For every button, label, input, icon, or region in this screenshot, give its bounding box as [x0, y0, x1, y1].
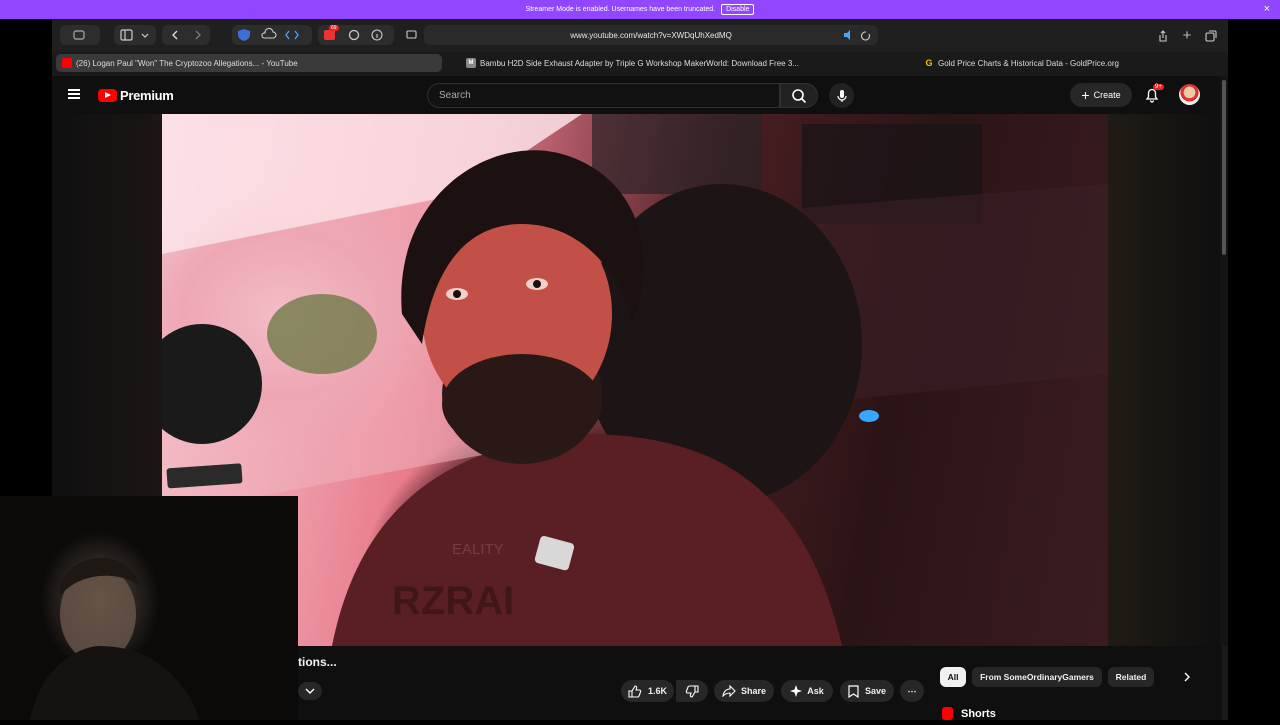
create-label: Create — [1093, 90, 1121, 100]
goldprice-favicon-icon: G — [925, 58, 933, 68]
tab-label: Bambu H2D Side Exhaust Adapter by Triple… — [480, 58, 799, 68]
svg-text:EALITY: EALITY — [452, 541, 504, 558]
thumbs-down-icon — [685, 684, 699, 698]
address-bar[interactable]: www.youtube.com/watch?v=XWDqUhXedMQ — [424, 25, 878, 45]
avatar[interactable] — [1179, 84, 1200, 105]
back-icon — [172, 30, 178, 40]
tab-group-icon — [73, 30, 85, 40]
share-arrow-icon — [722, 685, 736, 697]
youtube-logo[interactable]: Premium — [98, 88, 174, 103]
tab-bar: (26) Logan Paul "Won" The Cryptozoo Alle… — [52, 52, 1228, 74]
sidebar-icon — [120, 29, 149, 41]
reader-icon[interactable] — [402, 25, 422, 45]
chips-next-button[interactable] — [1176, 667, 1198, 687]
shorts-label: Shorts — [961, 707, 996, 720]
tab-label: (26) Logan Paul "Won" The Cryptozoo Alle… — [76, 58, 298, 68]
tab-group-button[interactable] — [60, 25, 100, 45]
sparkle-icon — [790, 685, 803, 697]
share-label: Share — [740, 686, 766, 696]
ublock-icon — [324, 30, 335, 40]
disable-streamer-mode-button[interactable]: Disable — [721, 4, 755, 15]
webcam-overlay — [0, 496, 298, 720]
shorts-section-header: Shorts — [942, 707, 996, 720]
save-label: Save — [864, 686, 887, 696]
streamer-mode-banner: Streamer Mode is enabled. Usernames have… — [0, 0, 1280, 19]
create-button[interactable]: + Create — [1070, 83, 1132, 107]
browser-toolbar: 69 www.youtube.com/watch?v=XWDqUhXedMQ + — [52, 19, 1228, 52]
search-button[interactable] — [780, 83, 818, 108]
dislike-button[interactable] — [676, 680, 708, 702]
youtube-favicon-icon — [62, 58, 72, 68]
shield-icon — [238, 29, 250, 41]
gear-icon — [348, 29, 360, 41]
notification-count-badge: 9+ — [1153, 84, 1164, 90]
tab-makerworld[interactable]: M Bambu H2D Side Exhaust Adapter by Trip… — [460, 54, 840, 72]
forward-icon — [195, 30, 201, 40]
extensions-group — [232, 25, 312, 45]
shorts-icon — [942, 707, 953, 720]
more-icon: ⋯ — [907, 685, 917, 696]
voice-search-button[interactable] — [829, 83, 854, 108]
like-count: 1.6K — [647, 686, 667, 696]
extension-badge: 69 — [329, 25, 339, 31]
sidebar-toggle-button[interactable] — [114, 25, 156, 45]
cloud-icon — [261, 27, 277, 39]
like-button[interactable]: 1.6K — [621, 680, 674, 702]
search-icon — [792, 88, 807, 103]
chip-from-channel[interactable]: From SomeOrdinaryGamers — [972, 667, 1102, 687]
tab-youtube[interactable]: (26) Logan Paul "Won" The Cryptozoo Alle… — [56, 54, 442, 72]
ask-label: Ask — [807, 686, 824, 696]
code-icon — [285, 30, 299, 40]
thumbs-up-icon — [628, 684, 642, 698]
tabs-icon — [1205, 29, 1217, 42]
svg-text:RZRAI: RZRAI — [392, 579, 514, 623]
mic-icon — [836, 89, 847, 102]
video-title: tions... — [298, 655, 337, 669]
save-button[interactable]: Save — [840, 680, 894, 702]
scrollbar-thumb[interactable] — [1222, 80, 1226, 255]
speaker-icon — [844, 30, 850, 40]
chevron-right-icon — [1184, 672, 1190, 682]
bookmark-icon — [848, 684, 859, 698]
more-actions-button[interactable]: ⋯ — [900, 680, 924, 702]
menu-icon[interactable] — [68, 89, 80, 99]
share-icon — [1159, 29, 1167, 42]
search-input[interactable]: Search — [427, 83, 780, 108]
tab-overview-button[interactable] — [1200, 27, 1222, 44]
close-icon[interactable]: × — [1264, 3, 1270, 15]
chip-all[interactable]: All — [940, 667, 966, 687]
expand-button[interactable] — [298, 682, 322, 700]
chevron-down-icon — [305, 688, 315, 694]
share-browser-button[interactable] — [1152, 27, 1174, 44]
new-tab-button[interactable]: + — [1176, 27, 1198, 44]
logo-text: Premium — [120, 88, 174, 103]
youtube-play-icon — [98, 89, 117, 102]
plus-icon: + — [1182, 27, 1192, 44]
ambient-glow-right — [1108, 114, 1222, 646]
webcam-feed — [30, 557, 200, 720]
ask-button[interactable]: Ask — [781, 680, 833, 702]
nav-buttons — [162, 25, 210, 45]
share-button[interactable]: Share — [714, 680, 774, 702]
extensions-group-2: 69 — [318, 25, 394, 45]
chip-related[interactable]: Related — [1108, 667, 1154, 687]
plus-icon: + — [1081, 87, 1090, 103]
youtube-masthead: Premium Search + Create 9+ — [52, 76, 1222, 114]
tab-label: Gold Price Charts & Historical Data - Go… — [938, 58, 1119, 68]
video-player[interactable]: EALITY RZRAI — [162, 114, 1108, 646]
reload-icon — [860, 31, 871, 41]
makerworld-favicon-icon: M — [466, 58, 476, 68]
video-frame: EALITY RZRAI — [162, 114, 1108, 646]
url-text: www.youtube.com/watch?v=XWDqUhXedMQ — [570, 30, 732, 40]
banner-text: Streamer Mode is enabled. Usernames have… — [525, 6, 716, 13]
tab-goldprice[interactable]: G Gold Price Charts & Historical Data - … — [918, 54, 1218, 72]
